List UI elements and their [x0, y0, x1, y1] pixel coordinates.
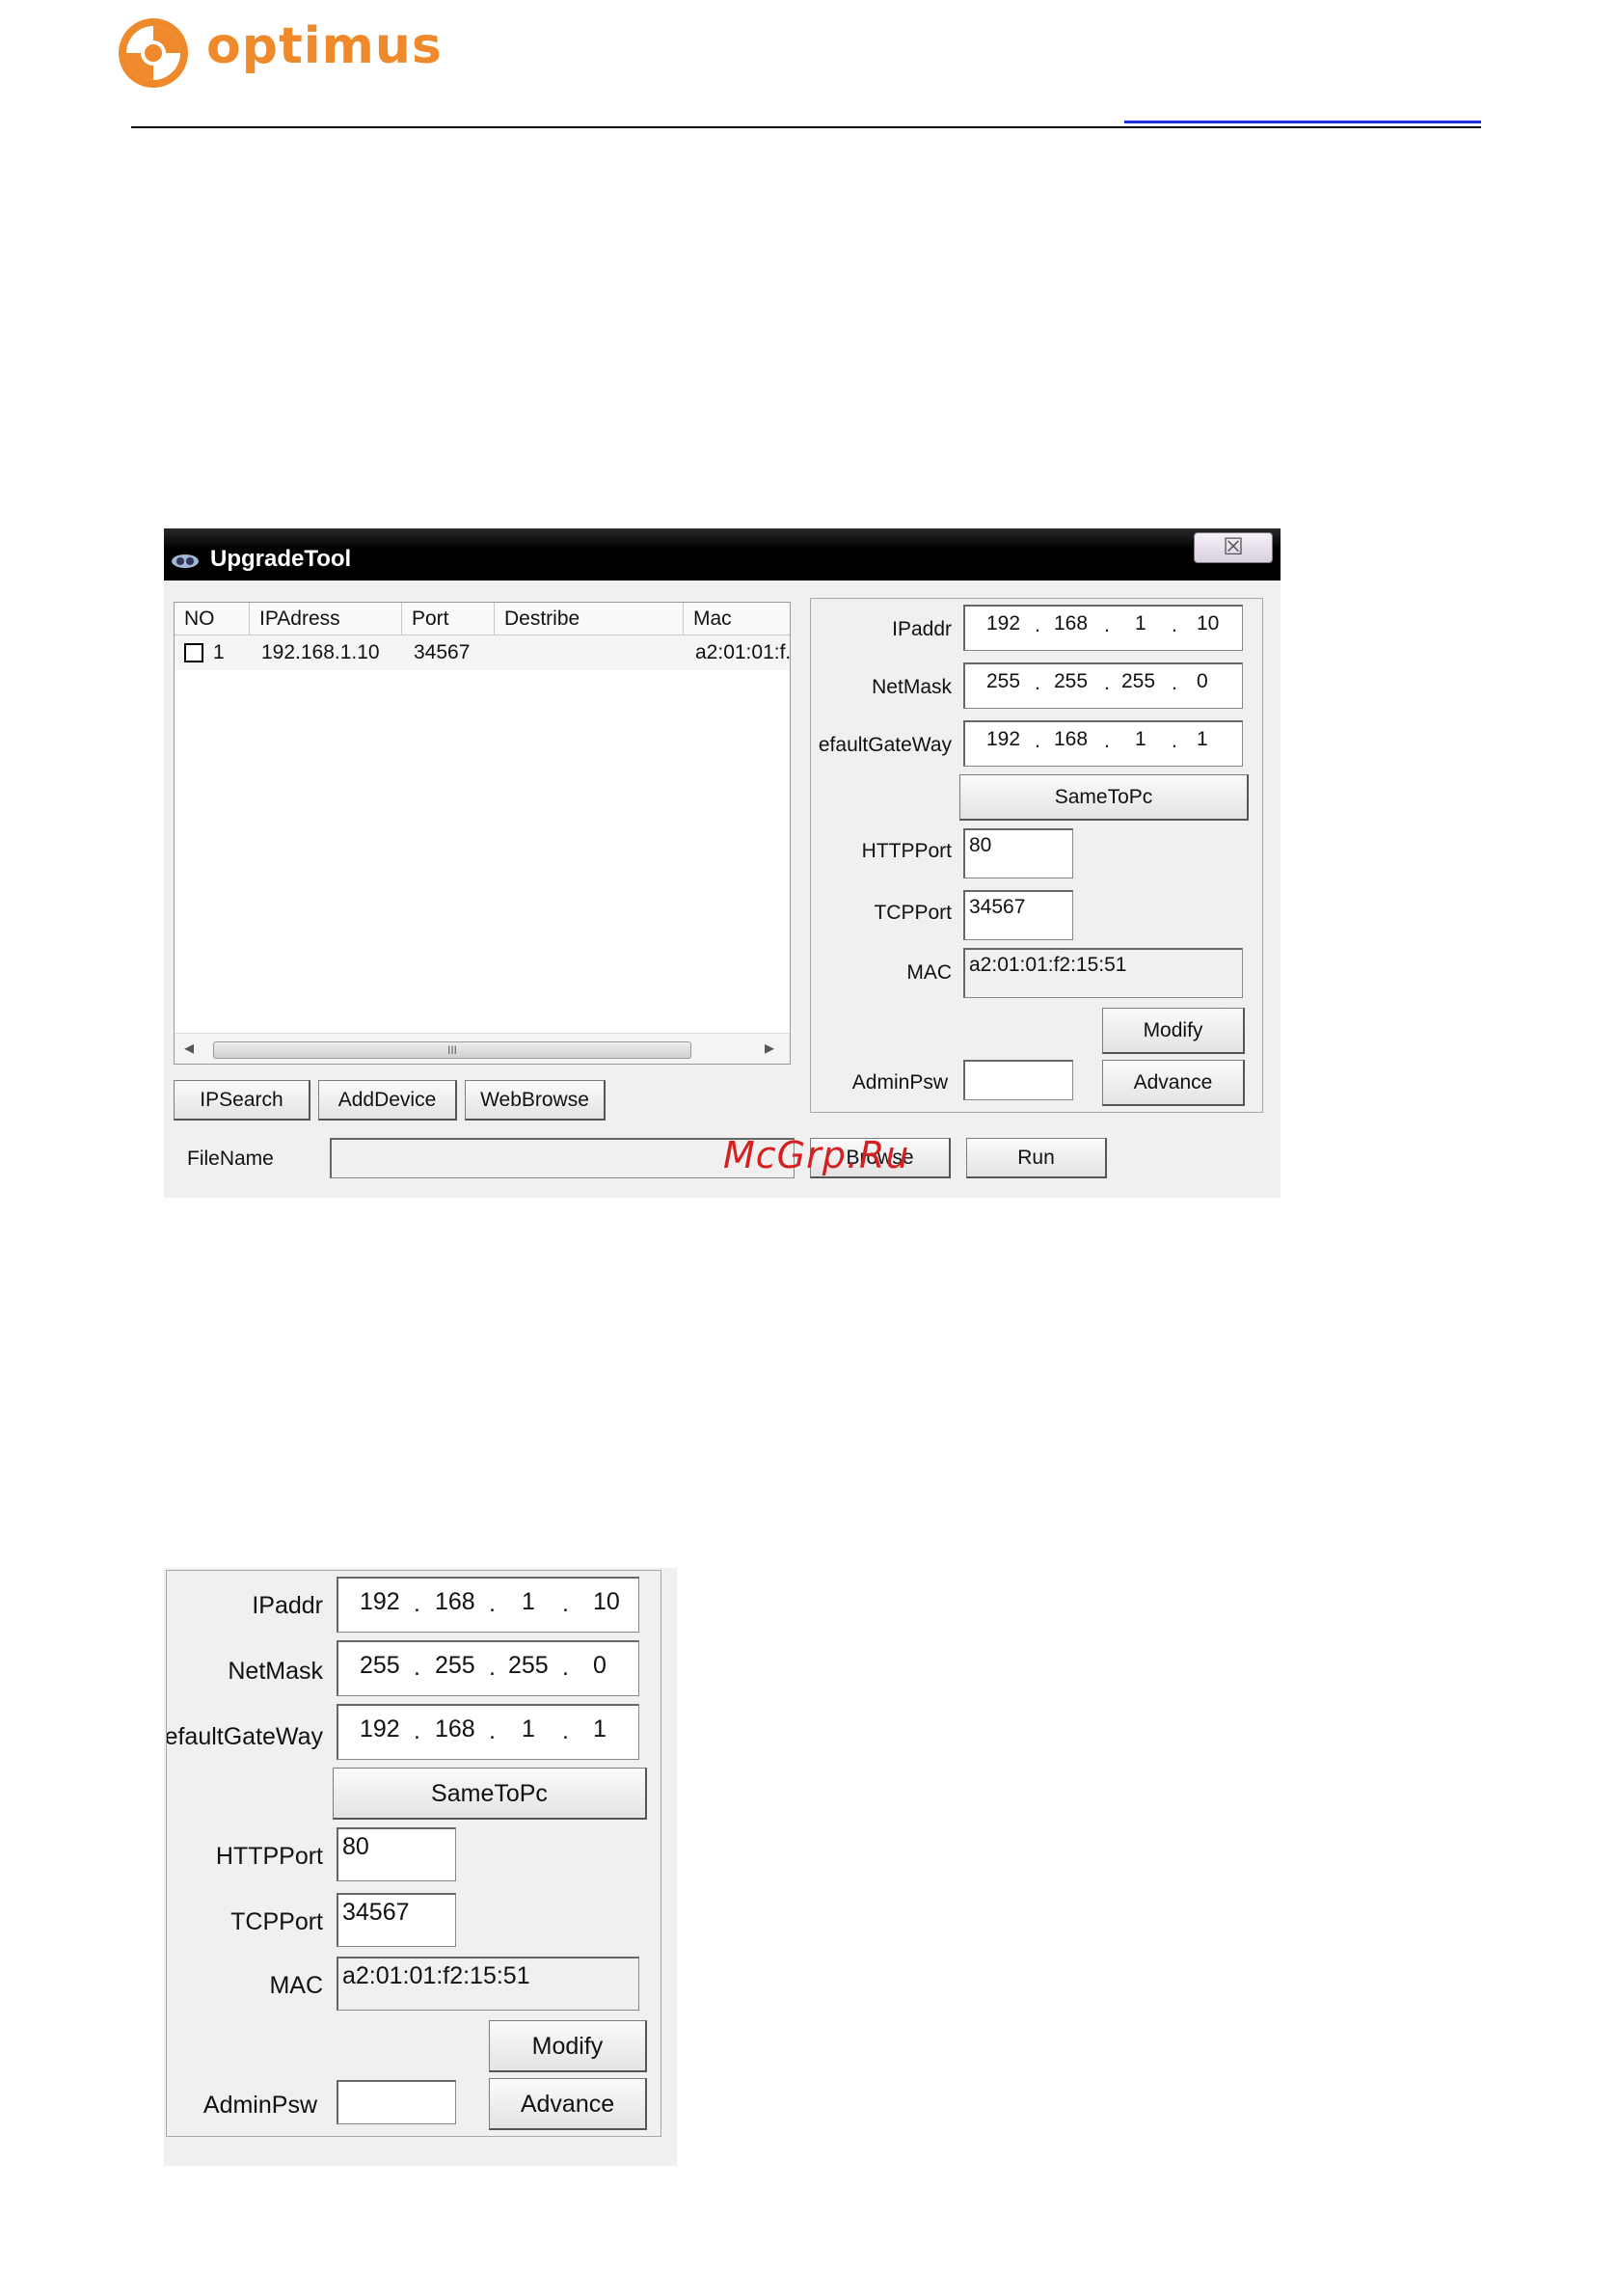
table-row[interactable]: 1 192.168.1.10 34567 a2:01:01:f.: [175, 635, 790, 670]
close-button[interactable]: ☒: [1194, 532, 1273, 563]
zoom-ipaddr-field[interactable]: 192 . 168 . 1 . 10: [337, 1577, 639, 1633]
zoom-ipaddr-octet-2: 168: [435, 1588, 475, 1615]
zoom-ipaddr-octet-4: 10: [593, 1588, 620, 1615]
zoom-netmask-octet-4: 0: [593, 1652, 607, 1679]
device-list[interactable]: NO IPAdress Port Destribe Mac 1 192.168.…: [174, 602, 791, 1065]
row-ip: 192.168.1.10: [261, 641, 380, 663]
ipaddr-label: IPaddr: [892, 618, 952, 640]
zoom-ipaddr-octet-1: 192: [360, 1588, 400, 1615]
zoom-modify-button[interactable]: Modify: [489, 2020, 647, 2072]
run-button[interactable]: Run: [966, 1138, 1107, 1178]
zoom-httpport-label: HTTPPort: [215, 1843, 323, 1870]
adminpsw-label: AdminPsw: [851, 1071, 948, 1094]
gateway-octet-4: 1: [1197, 728, 1208, 750]
zoom-tcpport-label: TCPPort: [230, 1908, 323, 1935]
ipaddr-octet-3: 1: [1135, 612, 1146, 635]
mac-field[interactable]: a2:01:01:f2:15:51: [963, 948, 1243, 998]
app-icon: [172, 554, 199, 568]
sametopc-button[interactable]: SameToPc: [959, 774, 1249, 821]
ipaddr-field[interactable]: 192 . 168 . 1 . 10: [963, 605, 1243, 651]
zoom-advance-button[interactable]: Advance: [489, 2078, 647, 2130]
zoom-adminpsw-input[interactable]: [337, 2080, 456, 2124]
webbrowse-button[interactable]: WebBrowse: [465, 1080, 606, 1121]
zoom-netmask-octet-1: 255: [360, 1652, 400, 1679]
column-header-port[interactable]: Port: [402, 603, 495, 635]
column-header-ipadress[interactable]: IPAdress: [250, 603, 402, 635]
netmask-label: NetMask: [872, 676, 952, 698]
zoom-gateway-octet-3: 1: [522, 1715, 535, 1742]
gateway-octet-2: 168: [1054, 728, 1089, 750]
adminpsw-input[interactable]: [963, 1060, 1073, 1100]
zoom-gateway-octet-4: 1: [593, 1715, 607, 1742]
netmask-octet-2: 255: [1054, 670, 1089, 692]
ipsearch-button[interactable]: IPSearch: [174, 1080, 310, 1121]
gateway-label: efaultGateWay: [818, 734, 952, 756]
tcpport-input[interactable]: 34567: [963, 890, 1073, 940]
httpport-input[interactable]: 80: [963, 828, 1073, 878]
filename-label: FileName: [187, 1148, 274, 1170]
title-bar[interactable]: UpgradeTool ☒: [164, 528, 1281, 581]
brand-name: optimus: [206, 17, 443, 75]
zoom-netmask-octet-3: 255: [508, 1652, 549, 1679]
gateway-field[interactable]: 192 . 168 . 1 . 1: [963, 720, 1243, 767]
zoom-gateway-label: efaultGateWay: [167, 1723, 323, 1750]
header-link-underline[interactable]: [1124, 121, 1481, 123]
zoom-netmask-label: NetMask: [228, 1658, 323, 1685]
row-no: 1: [213, 641, 225, 663]
watermark: McGrp.Ru: [723, 1134, 910, 1176]
column-header-destribe[interactable]: Destribe: [495, 603, 684, 635]
zoom-netmask-field[interactable]: 255 . 255 . 255 . 0: [337, 1640, 639, 1696]
zoom-ipaddr-label: IPaddr: [252, 1592, 323, 1619]
scroll-right-icon[interactable]: ▸: [765, 1036, 774, 1060]
zoom-sametopc-button[interactable]: SameToPc: [333, 1768, 647, 1820]
netmask-octet-3: 255: [1121, 670, 1156, 692]
row-port: 34567: [414, 641, 471, 663]
header-divider: [131, 126, 1481, 128]
zoom-mac-field[interactable]: a2:01:01:f2:15:51: [337, 1957, 639, 2011]
close-icon: ☒: [1223, 534, 1244, 560]
netmask-field[interactable]: 255 . 255 . 255 . 0: [963, 662, 1243, 709]
zoom-httpport-input[interactable]: 80: [337, 1827, 456, 1881]
row-checkbox[interactable]: [184, 643, 203, 662]
ipaddr-octet-1: 192: [986, 612, 1021, 635]
window-title: UpgradeTool: [210, 546, 352, 572]
gateway-octet-1: 192: [986, 728, 1021, 750]
column-header-no[interactable]: NO: [175, 603, 250, 635]
zoomed-settings-group: IPaddr 192 . 168 . 1 . 10 NetMask 255 . …: [166, 1570, 661, 2137]
zoom-adminpsw-label: AdminPsw: [202, 2092, 317, 2119]
upgradetool-window: UpgradeTool ☒ NO IPAdress Port Destribe …: [164, 528, 1281, 1198]
adddevice-button[interactable]: AddDevice: [318, 1080, 457, 1121]
optimus-logo-icon: [119, 18, 188, 88]
zoom-gateway-octet-2: 168: [435, 1715, 475, 1742]
scroll-thumb[interactable]: III: [213, 1041, 691, 1059]
horizontal-scrollbar[interactable]: ◂ III ▸: [175, 1033, 790, 1064]
column-header-mac[interactable]: Mac: [684, 603, 790, 635]
network-settings-group: IPaddr 192 . 168 . 1 . 10 NetMask 255 . …: [810, 598, 1263, 1113]
zoom-netmask-octet-2: 255: [435, 1652, 475, 1679]
tcpport-label: TCPPort: [874, 902, 952, 924]
netmask-octet-1: 255: [986, 670, 1021, 692]
httpport-label: HTTPPort: [861, 840, 952, 862]
ipaddr-octet-4: 10: [1197, 612, 1220, 635]
ipaddr-octet-2: 168: [1054, 612, 1089, 635]
zoom-gateway-field[interactable]: 192 . 168 . 1 . 1: [337, 1704, 639, 1760]
zoom-gateway-octet-1: 192: [360, 1715, 400, 1742]
mac-label: MAC: [906, 961, 952, 984]
modify-button[interactable]: Modify: [1102, 1008, 1245, 1054]
zoom-tcpport-input[interactable]: 34567: [337, 1893, 456, 1947]
zoom-ipaddr-octet-3: 1: [522, 1588, 535, 1615]
scroll-left-icon[interactable]: ◂: [184, 1036, 194, 1060]
gateway-octet-3: 1: [1135, 728, 1146, 750]
zoom-mac-label: MAC: [269, 1972, 323, 1999]
advance-button[interactable]: Advance: [1102, 1060, 1245, 1106]
row-mac: a2:01:01:f.: [695, 641, 791, 663]
zoomed-settings-panel: IPaddr 192 . 168 . 1 . 10 NetMask 255 . …: [164, 1568, 677, 2166]
netmask-octet-4: 0: [1197, 670, 1208, 692]
